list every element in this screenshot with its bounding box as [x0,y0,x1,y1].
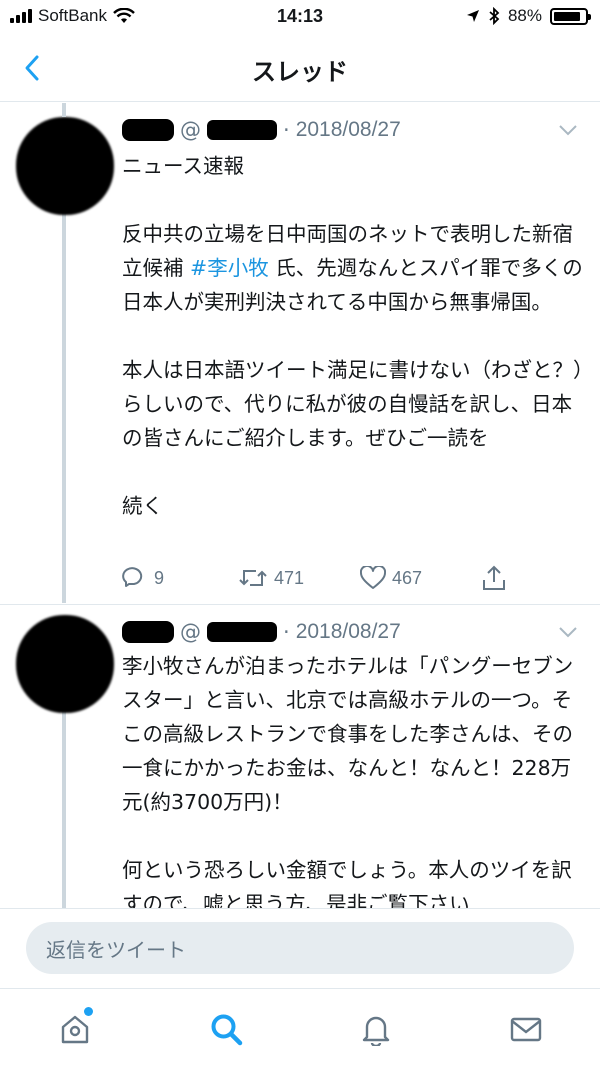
tab-notifications[interactable] [354,1007,398,1051]
tweet-date[interactable]: 2018/08/27 [296,620,401,644]
tab-messages[interactable] [504,1007,548,1051]
mail-icon [510,1017,542,1042]
retweet-count: 471 [274,567,305,588]
status-right: 88% [466,6,591,26]
battery-icon [550,7,591,25]
avatar[interactable] [16,117,114,215]
share-button[interactable] [482,565,506,591]
home-icon [61,1015,89,1044]
handle-prefix: @ [180,620,201,644]
like-count: 467 [392,567,423,588]
tweet-actions: 9 471 467 [120,565,506,591]
search-icon [211,1014,243,1046]
reply-icon [122,567,143,587]
display-name-redacted[interactable] [122,621,174,643]
location-arrow-icon [466,10,479,22]
battery-percent: 88% [507,6,542,25]
share-icon [483,565,505,590]
tweet[interactable]: @ · 2018/08/27 ニュース速報 反中共の立場を日中両国のネットで表明… [0,103,600,605]
display-name-redacted[interactable] [122,119,174,141]
notification-dot [84,1007,93,1016]
tab-bar [0,988,600,1067]
avatar[interactable] [16,615,114,713]
tweet-text-part: 氏、先週なんとスパイ罪で多くの日本人が実刑判決されてる中国から無事帰国。 本人は… [122,256,584,518]
handle-redacted [207,120,277,140]
like-button[interactable]: 467 [360,566,482,590]
nav-bar: スレッド [0,36,600,102]
battery-level [554,11,581,21]
tweet-menu-button[interactable] [558,623,578,642]
tweet-menu-button[interactable] [558,121,578,140]
retweet-icon [239,570,267,586]
reply-composer: 返信をツイート [0,908,600,988]
chevron-down-icon [559,627,577,638]
tab-search[interactable] [204,1007,248,1051]
status-bar: SoftBank 14:13 88% [0,0,600,36]
bluetooth-icon [489,7,500,25]
tweet-date[interactable]: 2018/08/27 [296,118,401,142]
separator-dot: · [283,620,290,644]
tweet-text: 李小牧さんが泊まったホテルは「パングーセブン スター」と言い、北京では高級ホテル… [122,654,574,908]
reply-input[interactable]: 返信をツイート [26,922,574,974]
separator-dot: · [283,118,290,142]
tweet-header: @ · 2018/08/27 [122,620,401,644]
handle-redacted [207,622,277,642]
tab-home[interactable] [53,1007,97,1051]
reply-button[interactable]: 9 [120,566,238,590]
reply-count: 9 [154,567,165,588]
tweet[interactable]: @ · 2018/08/27 李小牧さんが泊まったホテルは「パングーセブン スタ… [0,605,600,908]
handle-prefix: @ [180,118,201,142]
bell-icon [362,1016,390,1046]
thread[interactable]: @ · 2018/08/27 ニュース速報 反中共の立場を日中両国のネットで表明… [0,103,600,908]
hashtag-link[interactable]: #李小牧 [190,256,269,280]
tweet-text: ニュース速報 反中共の立場を日中両国のネットで表明した新宿立候補 #李小牧 氏、… [122,149,584,523]
thread-connector-line [62,103,66,117]
heart-icon [360,566,386,589]
tweet-header: @ · 2018/08/27 [122,118,401,142]
chevron-down-icon [559,125,577,136]
page-title: スレッド [252,58,348,86]
retweet-button[interactable]: 471 [238,567,360,589]
